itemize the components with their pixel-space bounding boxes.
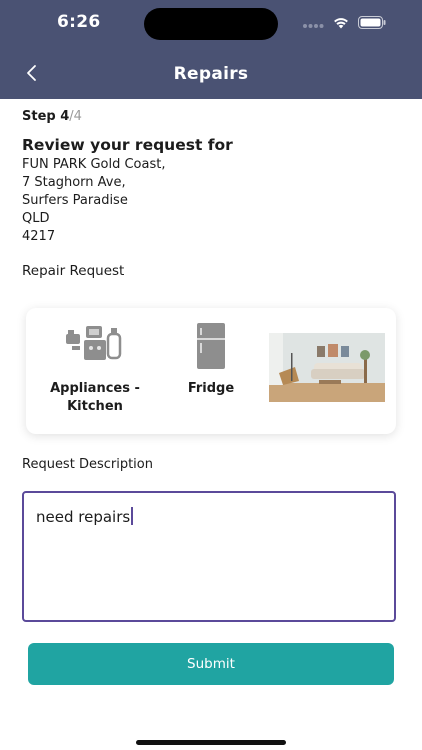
app-header: 6:26 Repairs bbox=[0, 0, 422, 99]
request-description-text: need repairs bbox=[36, 508, 131, 526]
category-item-fridge[interactable]: Fridge bbox=[166, 322, 256, 398]
address-line: 4217 bbox=[22, 229, 56, 244]
category-label-line2: Kitchen bbox=[67, 399, 123, 414]
submit-button[interactable]: Submit bbox=[28, 643, 394, 685]
page-title: Repairs bbox=[173, 64, 249, 84]
signal-dots-icon bbox=[302, 14, 324, 33]
wifi-icon bbox=[332, 14, 350, 33]
step-current: Step 4 bbox=[22, 109, 70, 124]
status-icons bbox=[302, 14, 386, 33]
step-indicator: Step 4/4 bbox=[22, 109, 82, 124]
home-indicator bbox=[136, 740, 286, 745]
address-block: FUN PARK Gold Coast, 7 Staghorn Ave, Sur… bbox=[22, 156, 165, 246]
repair-request-card: Appliances - Kitchen Fridge bbox=[26, 308, 396, 434]
address-line: QLD bbox=[22, 211, 50, 226]
step-total: 4 bbox=[73, 109, 82, 124]
living-room-photo[interactable] bbox=[269, 333, 385, 402]
review-title: Review your request for bbox=[22, 136, 233, 154]
request-description-textarea[interactable]: need repairs bbox=[22, 491, 396, 622]
dynamic-island bbox=[144, 8, 278, 40]
category-label-line1: Appliances - bbox=[50, 381, 140, 396]
status-bar: 6:26 bbox=[0, 0, 422, 46]
nav-bar: Repairs bbox=[0, 54, 422, 98]
status-time: 6:26 bbox=[57, 12, 101, 32]
text-caret bbox=[131, 507, 133, 525]
fridge-icon bbox=[166, 322, 256, 370]
request-description-label: Request Description bbox=[22, 457, 153, 472]
address-line: FUN PARK Gold Coast, bbox=[22, 157, 166, 172]
address-line: 7 Staghorn Ave, bbox=[22, 175, 126, 190]
kitchen-appliances-icon bbox=[42, 324, 148, 364]
address-line: Surfers Paradise bbox=[22, 193, 128, 208]
category-item-appliances[interactable]: Appliances - Kitchen bbox=[42, 324, 148, 416]
repair-request-label: Repair Request bbox=[22, 263, 125, 279]
category-label-fridge: Fridge bbox=[187, 381, 235, 396]
battery-icon bbox=[358, 14, 386, 33]
